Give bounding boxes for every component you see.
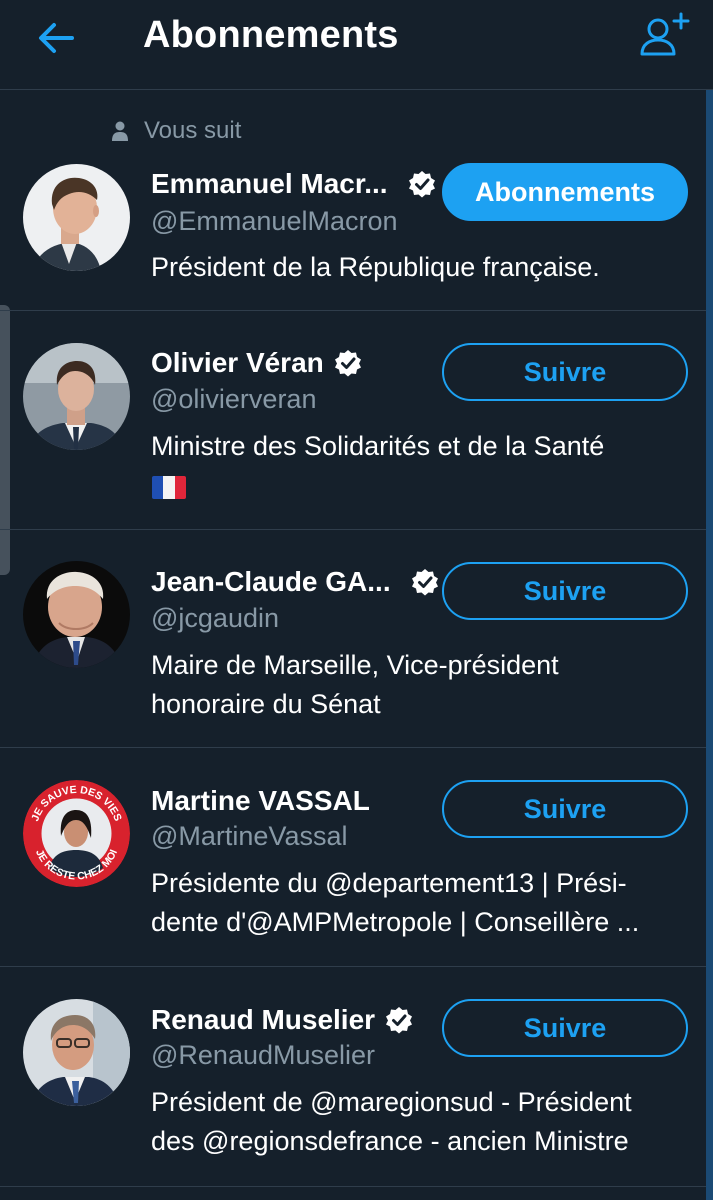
bio-line: honoraire du Sénat [151, 689, 381, 719]
follow-button[interactable]: Suivre [442, 780, 688, 838]
arrow-left-icon [39, 23, 74, 53]
follow-button[interactable]: Suivre [442, 999, 688, 1057]
top-bar: Abonnements [0, 0, 713, 90]
user-name[interactable]: Renaud Muselier [151, 1002, 413, 1038]
bio-line: Ministre des Solidarités et de la Santé [151, 431, 605, 461]
page-title: Abonnements [143, 14, 399, 56]
display-name: Martine VASSAL [151, 785, 370, 816]
user-name[interactable]: Martine VASSAL [151, 783, 370, 819]
display-name: Jean-Claude GA... [151, 566, 391, 597]
user-bio: Président de @maregionsud - Président de… [151, 1083, 691, 1161]
user-bio: Présidente du @departement13 | Prési- de… [151, 864, 691, 942]
following-button[interactable]: Abonnements [442, 163, 688, 221]
avatar[interactable] [23, 164, 130, 271]
user-bio: Président de la République française. [151, 248, 691, 287]
user-name[interactable]: Emmanuel Macr... [151, 166, 436, 202]
user-handle: @jcgaudin [151, 603, 279, 633]
bio-line: Présidente du @departement13 | Prési- [151, 868, 627, 898]
bio-line: Président de la République française. [151, 252, 600, 282]
person-icon [112, 121, 128, 141]
display-name: Renaud Muselier [151, 1004, 376, 1035]
user-row[interactable]: Jean-Claude GA... @jcgaudin Maire de Mar… [0, 530, 706, 748]
avatar[interactable] [23, 561, 130, 668]
follows-you-label: Vous suit [112, 117, 242, 144]
french-flag-icon [152, 476, 186, 499]
bio-line: des @regionsdefrance - ancien Ministre [151, 1126, 629, 1156]
bio-line: Président de @maregionsud - Président [151, 1087, 632, 1117]
display-name: Emmanuel Macr... [151, 168, 388, 199]
user-row[interactable]: Vous suit Emmanuel Macr... @EmmanuelMacr… [0, 91, 706, 311]
user-handle: @olivierveran [151, 384, 317, 414]
bio-line: dente d'@AMPMetropole | Conseillère ... [151, 907, 640, 937]
display-name: Olivier Véran [151, 347, 324, 378]
verified-badge-icon [411, 569, 438, 596]
bio-line: Maire de Marseille, Vice-président [151, 650, 559, 680]
follow-button[interactable]: Suivre [442, 343, 688, 401]
back-button[interactable] [34, 18, 82, 58]
user-name[interactable]: Jean-Claude GA... [151, 564, 439, 600]
avatar[interactable] [23, 999, 130, 1106]
avatar[interactable] [23, 343, 130, 450]
user-bio: Ministre des Solidarités et de la Santé [151, 427, 691, 466]
user-name[interactable]: Olivier Véran [151, 345, 362, 381]
follow-button[interactable]: Suivre [442, 562, 688, 620]
user-handle: @MartineVassal [151, 821, 348, 851]
user-row[interactable]: JE SAUVE DES VIES JE RESTE CHEZ MOI Mart… [0, 748, 706, 967]
verified-badge-icon [386, 1007, 413, 1034]
user-bio: Maire de Marseille, Vice-président honor… [151, 646, 691, 724]
add-user-button[interactable] [636, 10, 692, 60]
avatar[interactable]: JE SAUVE DES VIES JE RESTE CHEZ MOI [23, 780, 130, 887]
user-row[interactable]: Renaud Muselier @RenaudMuselier Présiden… [0, 967, 706, 1187]
verified-badge-icon [408, 171, 435, 198]
verified-badge-icon [334, 350, 361, 377]
scrollbar-track[interactable] [706, 90, 713, 1200]
follows-you-text: Vous suit [144, 117, 242, 144]
user-handle: @EmmanuelMacron [151, 206, 398, 236]
add-user-icon [640, 12, 690, 56]
user-handle: @RenaudMuselier [151, 1040, 376, 1070]
user-row[interactable]: Olivier Véran @olivierveran Ministre des… [0, 311, 706, 530]
